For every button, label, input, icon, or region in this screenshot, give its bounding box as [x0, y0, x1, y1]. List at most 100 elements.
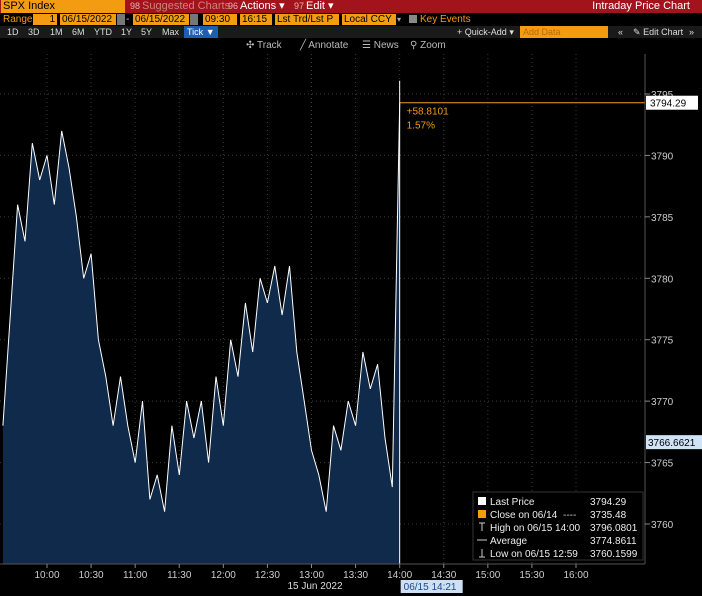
- date-separator: -: [126, 14, 130, 25]
- zoom-label: Zoom: [420, 40, 446, 51]
- legend-value: 3774.8611: [590, 536, 637, 547]
- x-tick-label: 15:00: [475, 570, 500, 581]
- legend-label: Average: [490, 536, 528, 547]
- x-tick-label: 11:30: [167, 570, 192, 581]
- period-ytd-button[interactable]: YTD: [94, 26, 112, 38]
- edit-chart-label: Edit Chart: [643, 27, 684, 37]
- collapse-icon[interactable]: «: [618, 26, 623, 38]
- edit-menu[interactable]: 97 Edit ▾: [294, 0, 334, 13]
- legend-value: 3796.0801: [590, 523, 638, 534]
- key-events-label: Key Events: [420, 14, 471, 25]
- x-tick-label: 10:00: [34, 570, 59, 581]
- legend-label: Close on 06/14: [490, 510, 558, 521]
- period-6m-button[interactable]: 6M: [72, 26, 85, 38]
- legend-value: 3794.29: [590, 497, 627, 508]
- change-percent: 1.57%: [407, 121, 435, 132]
- range-toolbar: Range 1 06/15/2022 - 06/15/2022 09:30 16…: [0, 13, 702, 26]
- zoom-tool[interactable]: ⚲ Zoom: [410, 40, 446, 52]
- currency-select[interactable]: Local CCY: [342, 14, 396, 25]
- x-tick-label: 14:00: [387, 570, 412, 581]
- last-price-marker: [478, 497, 486, 505]
- legend-dash: ----: [563, 510, 576, 521]
- magnifier-icon: ⚲: [410, 40, 418, 51]
- period-5y-button[interactable]: 5Y: [141, 26, 152, 38]
- range-value-input[interactable]: 1: [33, 14, 57, 25]
- end-time-input[interactable]: 16:15: [240, 14, 272, 25]
- start-calendar-icon[interactable]: [117, 14, 125, 25]
- add-data-input[interactable]: Add Data: [520, 26, 608, 38]
- expand-icon[interactable]: »: [689, 26, 694, 38]
- chart-tools-bar: ✣ Track ╱ Annotate ☰ News ⚲ Zoom: [0, 38, 702, 54]
- suggested-charts-menu[interactable]: 98 Suggested Charts: [130, 0, 230, 13]
- suggested-charts-label: Suggested Charts: [142, 0, 231, 12]
- pencil-icon: ✎: [633, 27, 641, 37]
- security-ticker-field[interactable]: SPX Index: [1, 0, 125, 13]
- news-tool[interactable]: ☰ News: [362, 40, 399, 52]
- legend-label: Last Price: [490, 497, 535, 508]
- tick-button[interactable]: Tick ▼: [184, 26, 218, 38]
- edit-number: 97: [294, 1, 305, 11]
- track-tool[interactable]: ✣ Track: [246, 40, 282, 52]
- x-tick-label: 12:30: [255, 570, 280, 581]
- start-date-input[interactable]: 06/15/2022: [60, 14, 116, 25]
- average-tag-label: 3766.6621: [648, 438, 696, 449]
- end-date-input[interactable]: 06/15/2022: [133, 14, 189, 25]
- change-value: +58.8101: [407, 107, 449, 118]
- track-label: Track: [257, 40, 282, 51]
- actions-dropdown-icon: ▾: [279, 0, 285, 12]
- edit-label: Edit: [306, 0, 325, 12]
- crosshair-icon: ✣: [246, 40, 255, 51]
- y-tick-label: 3790: [651, 151, 674, 162]
- legend-value: 3735.48: [590, 510, 627, 521]
- news-label: News: [373, 40, 399, 51]
- y-tick-label: 3765: [651, 459, 674, 470]
- x-tick-label: 16:00: [563, 570, 588, 581]
- suggested-charts-number: 98: [130, 1, 141, 11]
- edit-chart-button[interactable]: ✎ Edit Chart: [633, 26, 683, 38]
- y-tick-label: 3760: [651, 520, 674, 531]
- tick-label: Tick: [187, 27, 204, 37]
- chart-legend: Last Price 3794.29 Close on 06/14 ---- 3735.…: [472, 491, 644, 561]
- annotate-tool[interactable]: ╱ Annotate: [300, 40, 348, 52]
- selected-time-label: 06/15 14:21: [404, 582, 457, 593]
- start-time-input[interactable]: 09:30: [203, 14, 237, 25]
- currency-dropdown-icon[interactable]: ▾: [397, 14, 401, 25]
- period-1d-button[interactable]: 1D: [7, 26, 19, 38]
- actions-number: 96: [228, 1, 239, 11]
- quick-add-button[interactable]: + Quick-Add ▾: [457, 26, 514, 38]
- x-tick-label: 12:00: [211, 570, 236, 581]
- x-tick-label: 11:00: [123, 570, 148, 581]
- actions-menu[interactable]: 96 Actions ▾: [228, 0, 285, 13]
- period-toolbar: 1D 3D 1M 6M YTD 1Y 5Y Max Tick ▼ + Quick…: [0, 26, 702, 38]
- annotate-label: Annotate: [308, 40, 349, 51]
- x-tick-label: 15:30: [519, 570, 544, 581]
- edit-dropdown-icon: ▾: [328, 0, 334, 12]
- y-tick-label: 3770: [651, 397, 674, 408]
- quick-add-label: Quick-Add: [464, 27, 507, 37]
- end-calendar-icon[interactable]: [190, 14, 198, 25]
- y-tick-label: 3785: [651, 213, 674, 224]
- x-tick-label: 14:30: [431, 570, 456, 581]
- window-title: Intraday Price Chart: [592, 0, 690, 12]
- close-marker: [478, 510, 486, 518]
- x-axis-ticks: 10:00 10:30 11:00 11:30 12:00 12:30 13:00 13:30…: [0, 563, 645, 581]
- price-field-select[interactable]: Lst Trd/Lst P: [275, 14, 339, 25]
- price-area: [2, 102, 400, 564]
- title-bar: SPX Index 98 Suggested Charts 96 Actions ▾…: [0, 0, 702, 13]
- x-tick-label: 10:30: [79, 570, 104, 581]
- plus-icon: +: [457, 27, 463, 37]
- news-icon: ☰: [362, 40, 371, 51]
- legend-value: 3760.1599: [590, 549, 638, 560]
- x-axis-label: 15 Jun 2022: [287, 581, 342, 592]
- period-3d-button[interactable]: 3D: [28, 26, 40, 38]
- y-tick-label: 3775: [651, 336, 674, 347]
- last-price-tag-label: 3794.29: [650, 99, 687, 110]
- period-1m-button[interactable]: 1M: [50, 26, 63, 38]
- key-events-checkbox[interactable]: [409, 15, 417, 23]
- intraday-price-chart[interactable]: +58.8101 1.57% 3760 3765 3770 3775 3780 3785 37…: [0, 54, 702, 596]
- period-1y-button[interactable]: 1Y: [121, 26, 132, 38]
- period-max-button[interactable]: Max: [162, 26, 179, 38]
- legend-label: High on 06/15 14:00: [490, 523, 581, 534]
- annotate-icon: ╱: [300, 40, 307, 51]
- actions-label: Actions: [240, 0, 277, 12]
